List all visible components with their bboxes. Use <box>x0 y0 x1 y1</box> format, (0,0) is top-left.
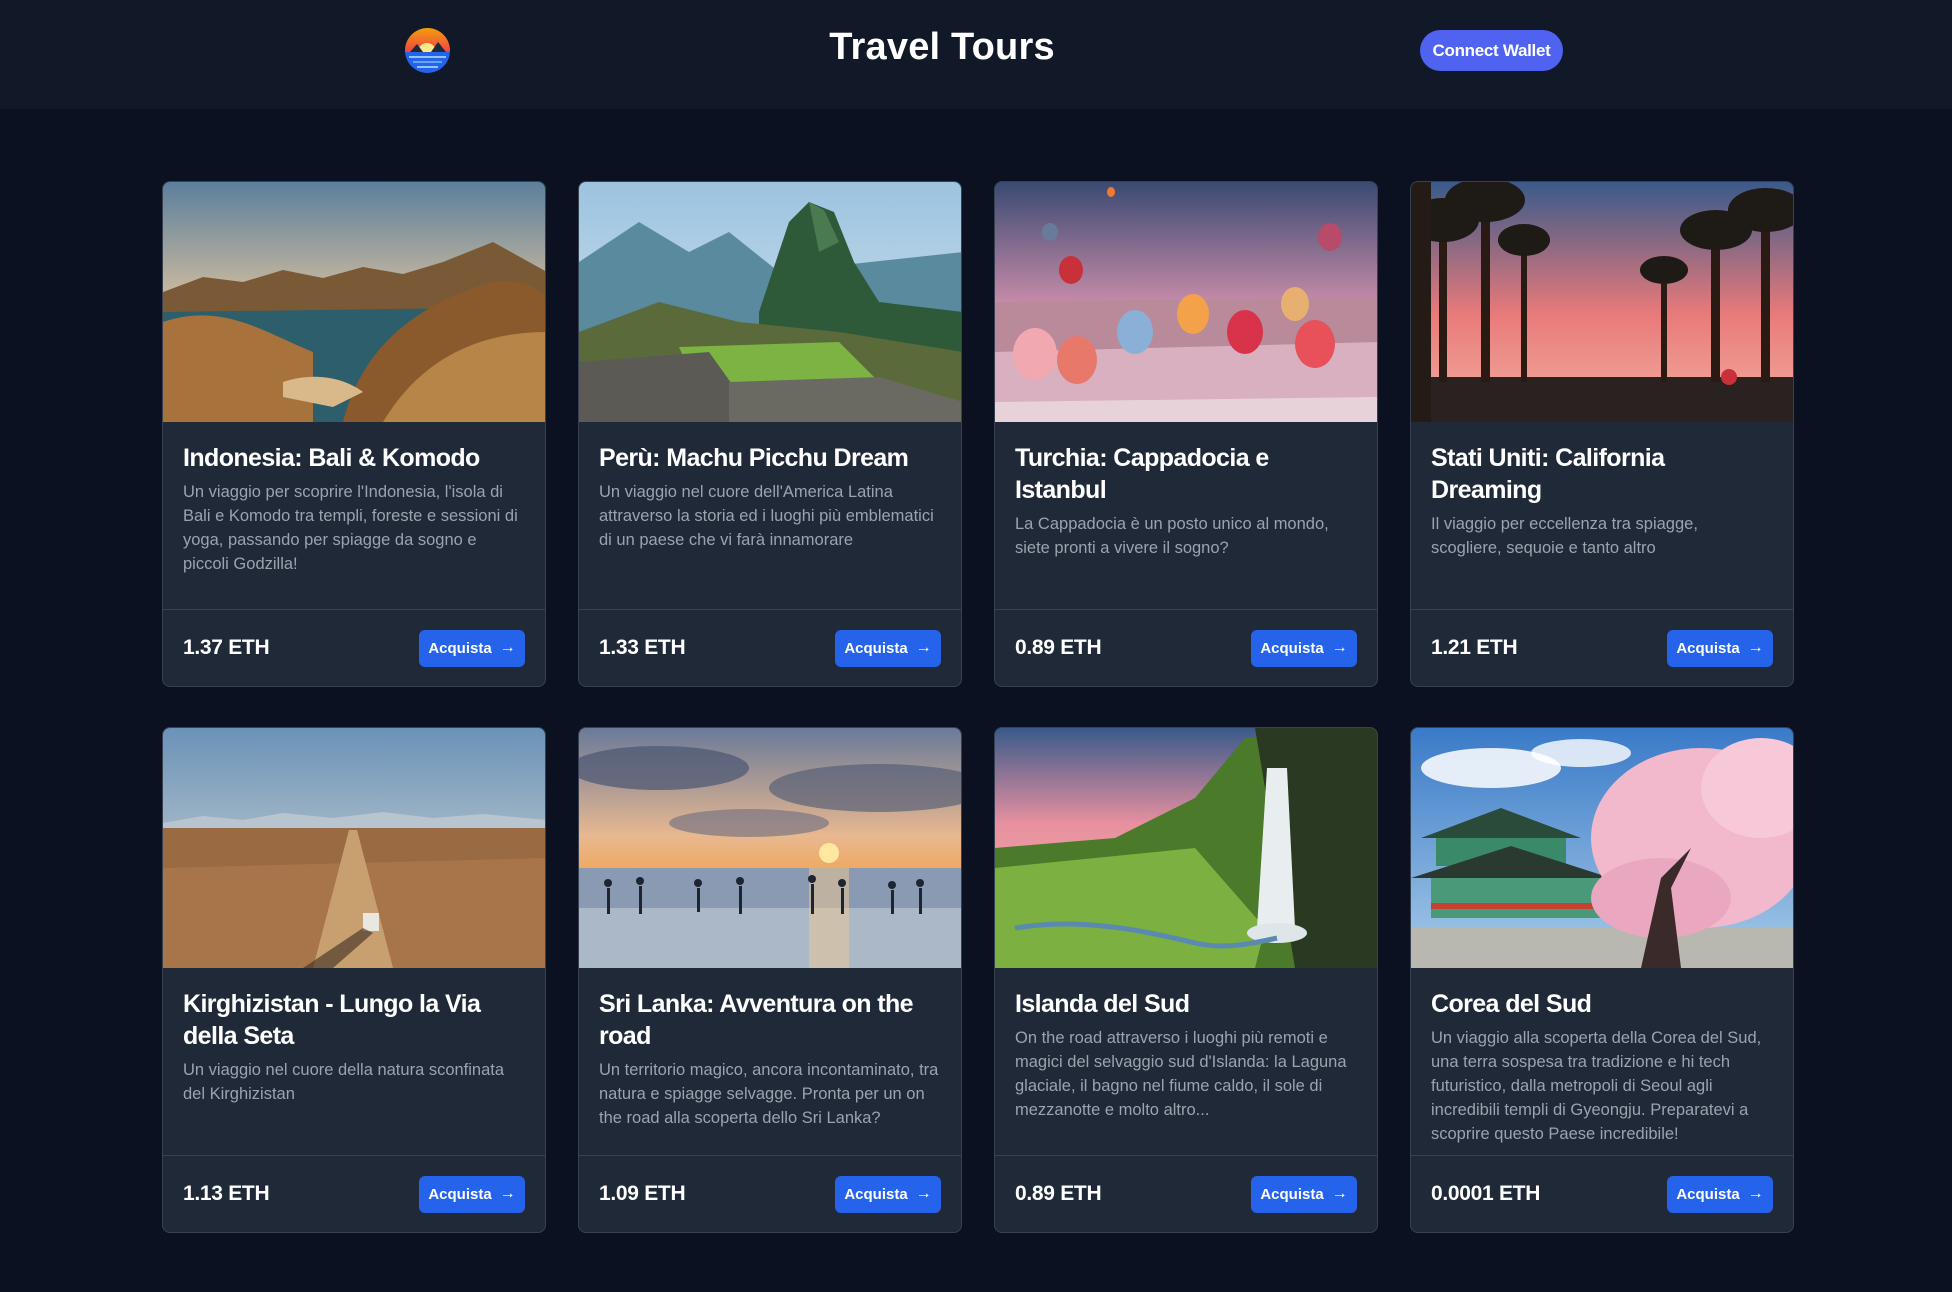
tour-card: Perù: Machu Picchu Dream Un viaggio nel … <box>578 181 962 687</box>
tour-description: Un viaggio nel cuore della natura sconfi… <box>183 1061 505 1103</box>
tour-description: Il viaggio per eccellenza tra spiagge, s… <box>1431 515 1698 557</box>
tour-price: 1.09 ETH <box>599 1182 686 1205</box>
kyrgyzstan-road-photo <box>163 728 545 968</box>
tour-title: Corea del Sud <box>1431 990 1592 1018</box>
tour-grid: Indonesia: Bali & Komodo Un viaggio per … <box>162 181 1794 1233</box>
tour-card: Corea del Sud Un viaggio alla scoperta d… <box>1410 727 1794 1233</box>
tour-price: 0.89 ETH <box>1015 636 1102 659</box>
tour-title: Islanda del Sud <box>1015 990 1190 1018</box>
card-footer: 0.89 ETH Acquista → <box>995 609 1377 686</box>
card-footer: 1.09 ETH Acquista → <box>579 1155 961 1232</box>
tour-title: Perù: Machu Picchu Dream <box>599 444 909 472</box>
card-footer: 1.37 ETH Acquista → <box>163 609 545 686</box>
komodo-islands-photo <box>163 182 545 422</box>
buy-button-label: Acquista <box>1260 639 1324 657</box>
buy-button[interactable]: Acquista → <box>419 629 525 667</box>
tour-price: 0.89 ETH <box>1015 1182 1102 1205</box>
arrow-right-icon: → <box>1331 1185 1348 1202</box>
buy-button-label: Acquista <box>1260 1185 1324 1203</box>
arrow-right-icon: → <box>915 1185 932 1202</box>
card-footer: 1.13 ETH Acquista → <box>163 1155 545 1232</box>
tour-title: Kirghizistan - Lungo la Via della Seta <box>183 990 481 1050</box>
card-footer: 1.33 ETH Acquista → <box>579 609 961 686</box>
tour-price: 1.33 ETH <box>599 636 686 659</box>
tour-title: Stati Uniti: California Dreaming <box>1431 444 1665 504</box>
tour-card: Indonesia: Bali & Komodo Un viaggio per … <box>162 181 546 687</box>
arrow-right-icon: → <box>1331 639 1348 656</box>
buy-button-label: Acquista <box>844 1185 908 1203</box>
buy-button[interactable]: Acquista → <box>1667 629 1773 667</box>
arrow-right-icon: → <box>1747 1185 1764 1202</box>
tour-description: Un viaggio per scoprire l'Indonesia, l'i… <box>183 483 518 573</box>
tour-card: Stati Uniti: California Dreaming Il viag… <box>1410 181 1794 687</box>
card-footer: 1.21 ETH Acquista → <box>1411 609 1793 686</box>
tour-description: La Cappadocia è un posto unico al mondo,… <box>1015 515 1329 557</box>
arrow-right-icon: → <box>1747 639 1764 656</box>
cappadocia-balloons-photo <box>995 182 1377 422</box>
tour-price: 1.37 ETH <box>183 636 270 659</box>
buy-button[interactable]: Acquista → <box>1667 1175 1773 1213</box>
iceland-waterfall-photo <box>995 728 1377 968</box>
card-footer: 0.89 ETH Acquista → <box>995 1155 1377 1232</box>
tour-description: On the road attraverso i luoghi più remo… <box>1015 1029 1347 1119</box>
buy-button-label: Acquista <box>844 639 908 657</box>
buy-button[interactable]: Acquista → <box>835 629 941 667</box>
tour-card: Turchia: Cappadocia e Istanbul La Cappad… <box>994 181 1378 687</box>
tour-description: Un viaggio alla scoperta della Corea del… <box>1431 1029 1762 1143</box>
arrow-right-icon: → <box>915 639 932 656</box>
card-footer: 0.0001 ETH Acquista → <box>1411 1155 1793 1232</box>
tour-price: 1.13 ETH <box>183 1182 270 1205</box>
california-palms-photo <box>1411 182 1793 422</box>
tour-price: 0.0001 ETH <box>1431 1182 1541 1205</box>
top-header: Travel Tours Connect Wallet <box>0 0 1952 109</box>
tour-description: Un territorio magico, ancora incontamina… <box>599 1061 939 1127</box>
tour-card: Sri Lanka: Avventura on the road Un terr… <box>578 727 962 1233</box>
tour-title: Indonesia: Bali & Komodo <box>183 444 480 472</box>
buy-button[interactable]: Acquista → <box>1251 629 1357 667</box>
buy-button-label: Acquista <box>1676 1185 1740 1203</box>
tour-title: Turchia: Cappadocia e Istanbul <box>1015 444 1269 504</box>
machu-picchu-photo <box>579 182 961 422</box>
arrow-right-icon: → <box>499 639 516 656</box>
buy-button[interactable]: Acquista → <box>1251 1175 1357 1213</box>
buy-button-label: Acquista <box>428 639 492 657</box>
buy-button[interactable]: Acquista → <box>835 1175 941 1213</box>
tour-card: Kirghizistan - Lungo la Via della Seta U… <box>162 727 546 1233</box>
sri-lanka-stilt-fishermen-photo <box>579 728 961 968</box>
site-title: Travel Tours <box>829 26 1055 68</box>
buy-button-label: Acquista <box>428 1185 492 1203</box>
korea-temple-blossoms-photo <box>1411 728 1793 968</box>
tour-title: Sri Lanka: Avventura on the road <box>599 990 914 1050</box>
tour-description: Un viaggio nel cuore dell'America Latina… <box>599 483 934 549</box>
arrow-right-icon: → <box>499 1185 516 1202</box>
connect-wallet-button[interactable]: Connect Wallet <box>1420 30 1563 71</box>
buy-button[interactable]: Acquista → <box>419 1175 525 1213</box>
buy-button-label: Acquista <box>1676 639 1740 657</box>
tour-price: 1.21 ETH <box>1431 636 1518 659</box>
tour-card: Islanda del Sud On the road attraverso i… <box>994 727 1378 1233</box>
